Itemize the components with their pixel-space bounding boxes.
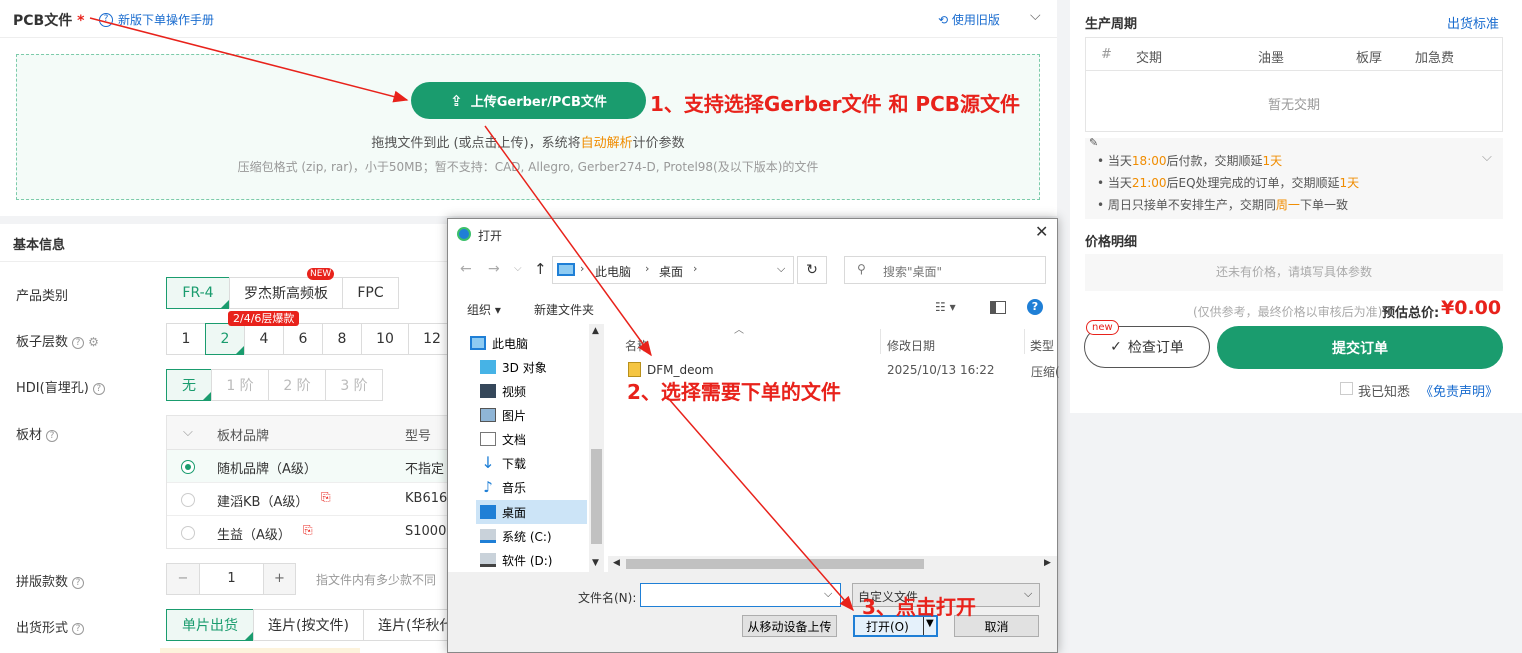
arrow-to-open bbox=[667, 397, 854, 612]
annotation-1: 1、支持选择Gerber文件 和 PCB源文件 bbox=[650, 92, 1021, 116]
annotation-3: 3、点击打开 bbox=[862, 595, 976, 619]
annotation-2: 2、选择需要下单的文件 bbox=[627, 380, 841, 404]
arrow-to-file bbox=[484, 125, 652, 357]
arrow-to-upload bbox=[89, 17, 409, 103]
